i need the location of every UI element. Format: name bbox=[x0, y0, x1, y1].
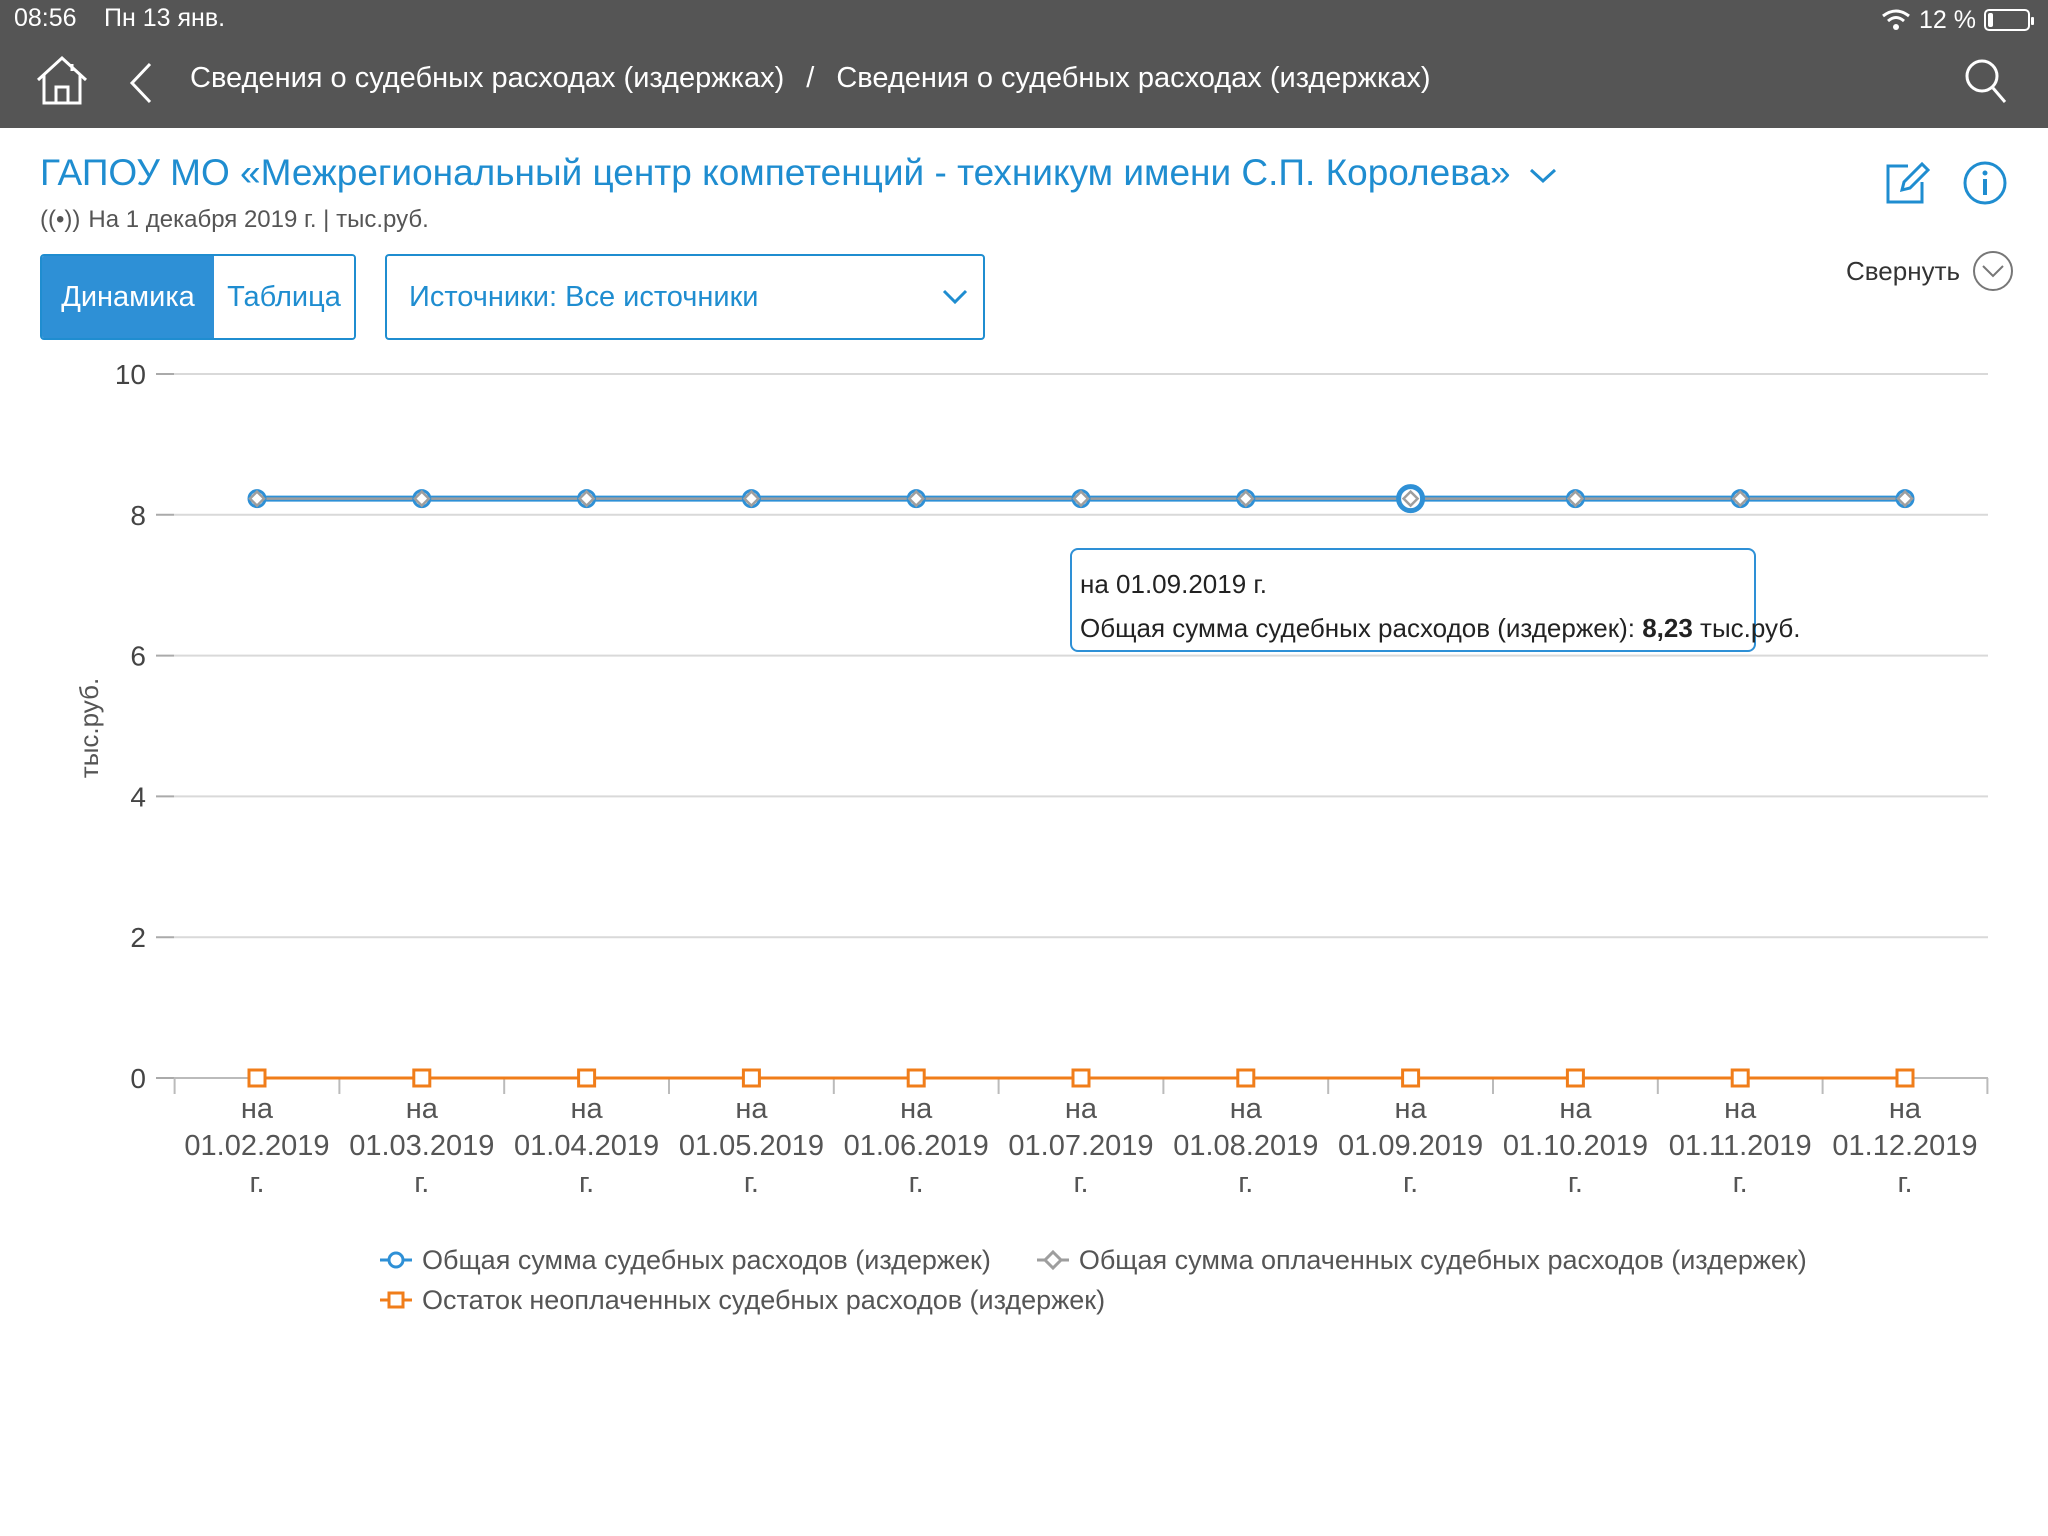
legend-label: Остаток неоплаченных судебных расходов (… bbox=[422, 1284, 1106, 1315]
x-tick-label: г. bbox=[1733, 1167, 1748, 1199]
x-tick-label: 01.04.2019 bbox=[514, 1130, 659, 1162]
y-tick-label: 4 bbox=[130, 781, 146, 812]
tooltip-value: 8,23 bbox=[1642, 613, 1693, 643]
tooltip-series-label: Общая сумма судебных расходов (издержек)… bbox=[1080, 613, 1635, 643]
x-tick-label: 01.07.2019 bbox=[1008, 1130, 1153, 1162]
legend-row: Общая сумма судебных расходов (издержек)… bbox=[378, 1240, 1807, 1280]
tooltip-value-line: Общая сумма судебных расходов (издержек)… bbox=[1080, 606, 1800, 650]
chart-tooltip: на 01.09.2019 г. Общая сумма судебных ра… bbox=[1070, 548, 1800, 652]
x-tick-label: на bbox=[406, 1093, 439, 1125]
x-tick-label: на bbox=[735, 1093, 768, 1125]
y-axis-label: тыс.руб. bbox=[74, 678, 104, 778]
diamond-marker-icon bbox=[1036, 1249, 1069, 1271]
y-tick-label: 0 bbox=[130, 1063, 146, 1094]
x-tick-label: 01.08.2019 bbox=[1173, 1130, 1318, 1162]
square-marker-icon bbox=[380, 1291, 412, 1309]
x-tick-label: г. bbox=[414, 1167, 429, 1199]
x-tick-label: на bbox=[571, 1093, 604, 1125]
y-tick-label: 8 bbox=[130, 500, 146, 531]
x-tick-label: 01.06.2019 bbox=[844, 1130, 989, 1162]
data-point-unpaid bbox=[1730, 1068, 1750, 1088]
x-tick-label: на bbox=[1395, 1093, 1428, 1125]
data-point-unpaid bbox=[1401, 1068, 1421, 1088]
x-tick-label: 01.12.2019 bbox=[1832, 1130, 1977, 1162]
data-point-unpaid bbox=[1236, 1068, 1256, 1088]
x-tick-label: г. bbox=[579, 1167, 594, 1199]
x-tick-label: на bbox=[241, 1093, 274, 1125]
legend-label: Общая сумма судебных расходов (издержек) bbox=[422, 1244, 991, 1275]
tooltip-unit: тыс.руб. bbox=[1700, 613, 1801, 643]
data-point-unpaid bbox=[577, 1068, 597, 1088]
x-tick-label: на bbox=[1724, 1093, 1757, 1125]
legend-item[interactable]: Общая сумма оплаченных судебных расходов… bbox=[1035, 1245, 1807, 1276]
data-point-unpaid bbox=[247, 1068, 267, 1088]
circle-marker-icon bbox=[380, 1251, 412, 1269]
x-tick-label: на bbox=[1230, 1093, 1263, 1125]
legend-row: Остаток неоплаченных судебных расходов (… bbox=[378, 1280, 1698, 1320]
y-tick-label: 10 bbox=[115, 359, 146, 390]
x-tick-label: на bbox=[1065, 1093, 1098, 1125]
x-tick-label: г. bbox=[1897, 1167, 1912, 1199]
x-tick-label: г. bbox=[909, 1167, 924, 1199]
x-tick-label: 01.10.2019 bbox=[1503, 1130, 1648, 1162]
legend-item[interactable]: Общая сумма судебных расходов (издержек) bbox=[378, 1245, 991, 1276]
tooltip-date: на 01.09.2019 г. bbox=[1080, 569, 1267, 599]
chart-legend: Общая сумма судебных расходов (издержек)… bbox=[378, 1240, 1807, 1320]
x-tick-label: на bbox=[900, 1093, 933, 1125]
x-tick-label: 01.05.2019 bbox=[679, 1130, 824, 1162]
x-tick-label: на bbox=[1889, 1093, 1922, 1125]
x-tick-label: 01.02.2019 bbox=[184, 1130, 329, 1162]
legend-label: Общая сумма оплаченных судебных расходов… bbox=[1078, 1244, 1807, 1275]
x-tick-label: г. bbox=[249, 1167, 264, 1199]
x-tick-label: г. bbox=[1073, 1167, 1088, 1199]
x-tick-label: 01.09.2019 bbox=[1338, 1130, 1483, 1162]
data-point-unpaid bbox=[1895, 1068, 1915, 1088]
x-tick-label: г. bbox=[1568, 1167, 1583, 1199]
y-tick-label: 6 bbox=[130, 641, 146, 672]
legend-item[interactable]: Остаток неоплаченных судебных расходов (… bbox=[378, 1285, 1105, 1316]
x-tick-label: г. bbox=[744, 1167, 759, 1199]
data-point-unpaid bbox=[412, 1068, 432, 1088]
x-tick-label: на bbox=[1559, 1093, 1592, 1125]
x-tick-label: г. bbox=[1238, 1167, 1253, 1199]
data-point-unpaid bbox=[906, 1068, 926, 1088]
data-point-unpaid bbox=[1565, 1068, 1585, 1088]
x-tick-label: 01.11.2019 bbox=[1669, 1130, 1812, 1162]
data-point-unpaid bbox=[741, 1068, 761, 1088]
x-tick-label: 01.03.2019 bbox=[349, 1130, 494, 1162]
y-tick-label: 2 bbox=[130, 922, 146, 953]
data-point-unpaid bbox=[1071, 1068, 1091, 1088]
x-tick-label: г. bbox=[1403, 1167, 1418, 1199]
